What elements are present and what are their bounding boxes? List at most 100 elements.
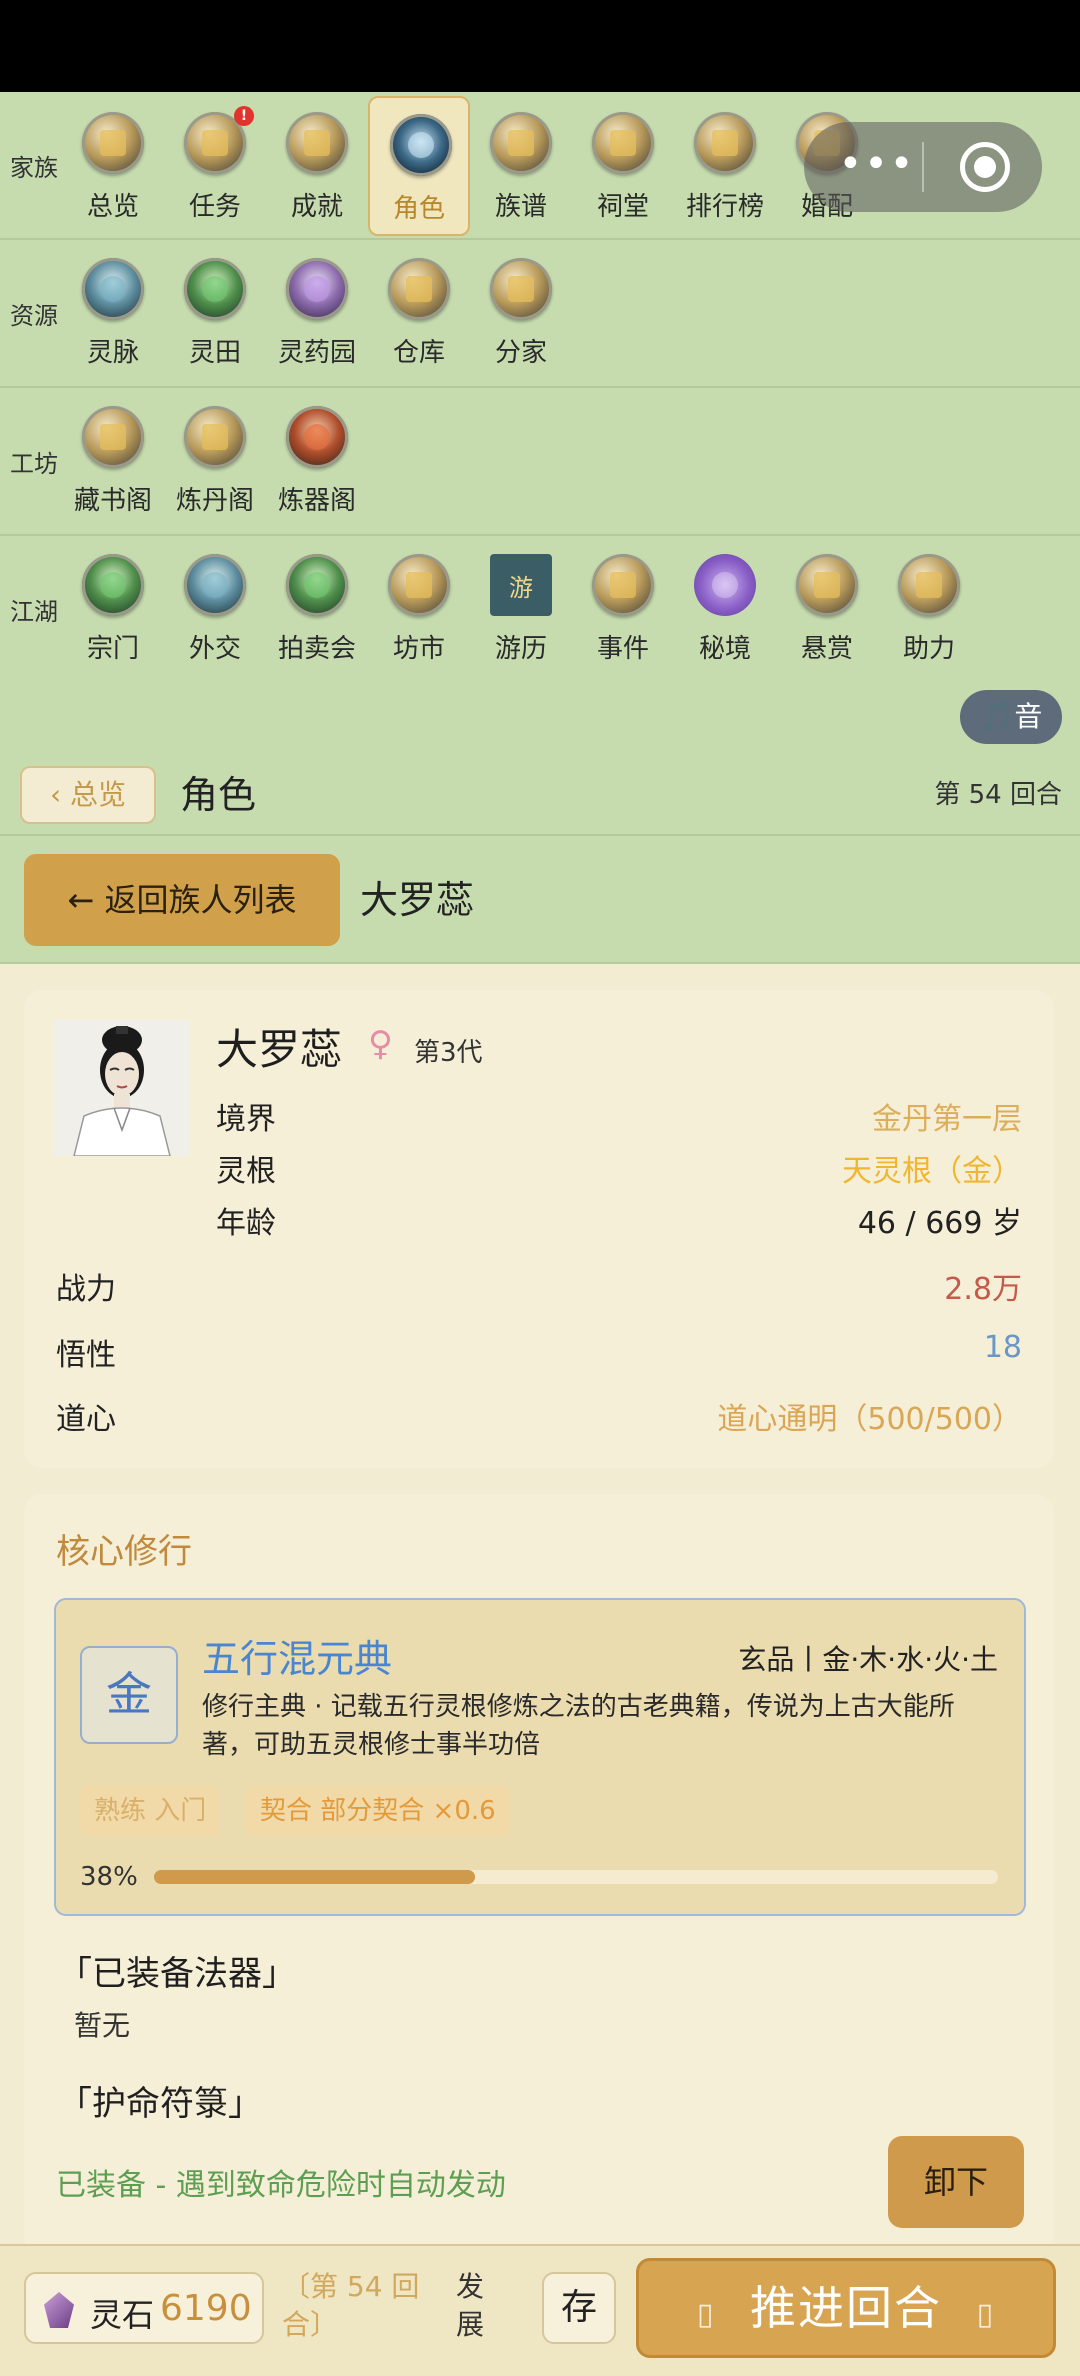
nav-label: 排行榜 [685,192,764,222]
nav-item-secret-realm[interactable]: 秘境 [674,538,776,678]
nav-item-achievement[interactable]: 成就 [266,96,368,236]
advance-left-icon: ▯ [696,2297,716,2332]
nav-item-family-tree[interactable]: 族谱 [470,96,572,236]
stat-value: 天灵根（金） [842,1154,1022,1189]
stat-spirit-root: 灵根 天灵根（金） [216,1146,1022,1189]
nav-label: 灵脉 [86,338,139,368]
nav-label: 族谱 [494,192,547,222]
nav-item-spirit-field[interactable]: 灵田 [164,242,266,382]
save-button[interactable]: 存 [542,2272,616,2344]
family-tree-icon [490,112,552,174]
affinity-tag: 契合 部分契合 ×0.6 [246,1786,510,1836]
nav-label: 任务 [188,192,241,222]
progress-percent: 38% [80,1862,138,1892]
round-info: 〔第 54 回合〕 [282,2270,420,2341]
attr-key: 悟性 [56,1338,116,1373]
nav-label: 游历 [494,634,547,664]
nav-item-forge[interactable]: 炼器阁 [266,390,368,530]
notification-badge: ! [234,106,254,126]
capsule-divider [922,142,924,192]
character-name: 大罗蕊 [216,1025,343,1074]
nav-item-overview[interactable]: 总览 [62,96,164,236]
attr-key: 道心 [56,1402,116,1437]
section-title: 核心修行 [56,1532,192,1572]
nav-label: 祠堂 [596,192,649,222]
attr-dao-heart: 道心 道心通明（500/500） [56,1394,1022,1437]
sect-icon [82,554,144,616]
stat-key: 境界 [216,1102,276,1137]
nav-item-bounty[interactable]: 悬赏 [776,538,878,678]
branch-family-icon [490,258,552,320]
nav-label: 拍卖会 [277,634,356,664]
metal-element-icon: 金 [80,1646,178,1744]
leaderboard-icon [694,112,756,174]
character-icon [390,114,452,176]
nav-item-leaderboard[interactable]: 排行榜 [674,96,776,236]
attr-key: 战力 [56,1272,116,1307]
nav-item-market[interactable]: 坊市 [368,538,470,678]
advance-round-button[interactable]: ▯ 推进回合 ▯ [636,2258,1056,2358]
back-to-overview-button[interactable]: ‹ 总览 [20,766,156,824]
nav-label: 秘境 [698,634,751,664]
nav-item-task[interactable]: ! 任务 [164,96,266,236]
nav-item-ancestral-hall[interactable]: 祠堂 [572,96,674,236]
develop-label: 发展 [456,2270,485,2341]
round-indicator: 第 54 回合 [934,780,1062,810]
stat-key: 灵根 [216,1154,276,1189]
stat-realm: 境界 金丹第一层 [216,1094,1022,1137]
return-to-member-list-button[interactable]: ← 返回族人列表 [24,854,340,946]
nav-item-alchemy[interactable]: 炼丹阁 [164,390,266,530]
auction-icon [286,554,348,616]
row-label: 工坊 [10,450,58,478]
spirit-vein-icon [82,258,144,320]
spirit-stone-label: 灵石 [90,2296,155,2334]
row-label: 家族 [10,154,58,182]
technique-card[interactable]: 金 五行混元典 玄品丨金·木·水·火·土 修行主典 · 记载五行灵根修炼之法的古… [54,1598,1026,1916]
artifact-empty-text: 暂无 [74,2009,131,2042]
boost-icon [898,554,960,616]
nav-item-boost[interactable]: 助力 [878,538,980,678]
nav-label: 灵药园 [277,338,356,368]
nav-item-event[interactable]: 事件 [572,538,674,678]
proficiency-tag: 熟练 入门 [80,1786,221,1836]
warehouse-icon [388,258,450,320]
nav-label: 角色 [392,194,445,224]
more-icon[interactable]: ••• [832,142,922,192]
nav-label: 炼丹阁 [175,486,254,516]
unequip-button[interactable]: 卸下 [888,2136,1024,2228]
nav-item-auction[interactable]: 拍卖会 [266,538,368,678]
nav-item-library[interactable]: 藏书阁 [62,390,164,530]
nav-label: 悬赏 [800,634,853,664]
technique-grade: 玄品丨金·木·水·火·土 [738,1643,998,1676]
technique-name: 五行混元典 [202,1637,393,1681]
nav-item-travel[interactable]: 游历 [470,538,572,678]
advance-right-icon: ▯ [976,2297,996,2332]
nav-label: 灵田 [188,338,241,368]
status-bar [0,0,1080,92]
attr-value: 18 [983,1330,1022,1365]
spirit-stone-counter[interactable]: 灵石 6190 [24,2272,264,2344]
overview-icon [82,112,144,174]
character-portrait [54,1020,190,1157]
title-bar: ‹ 总览 角色 第 54 回合 [0,752,1080,836]
nav-label: 事件 [596,634,649,664]
spirit-field-icon [184,258,246,320]
nav-item-diplomacy[interactable]: 外交 [164,538,266,678]
music-toggle-button[interactable]: 🎵音 [960,690,1062,744]
diplomacy-icon [184,554,246,616]
nav-row-resources: 资源 灵脉 灵田 灵药园 仓库 分家 [0,240,1080,388]
nav-item-character[interactable]: 角色 [368,96,470,236]
nav-item-branch-family[interactable]: 分家 [470,242,572,382]
ancestral-hall-icon [592,112,654,174]
advance-round-label: 推进回合 [750,2281,942,2335]
nav-item-herb-garden[interactable]: 灵药园 [266,242,368,382]
main-content: 大罗蕊 ♀ 第3代 境界 金丹第一层 灵根 天灵根（金） 年龄 46 / 669… [0,964,1080,2254]
close-miniprogram-icon[interactable] [960,142,1010,192]
spirit-stone-value: 6190 [160,2288,252,2329]
nav-item-warehouse[interactable]: 仓库 [368,242,470,382]
nav-item-sect[interactable]: 宗门 [62,538,164,678]
bounty-icon [796,554,858,616]
nav-item-spirit-vein[interactable]: 灵脉 [62,242,164,382]
library-icon [82,406,144,468]
artifact-section-title: 「已装备法器」 [58,1954,296,1994]
